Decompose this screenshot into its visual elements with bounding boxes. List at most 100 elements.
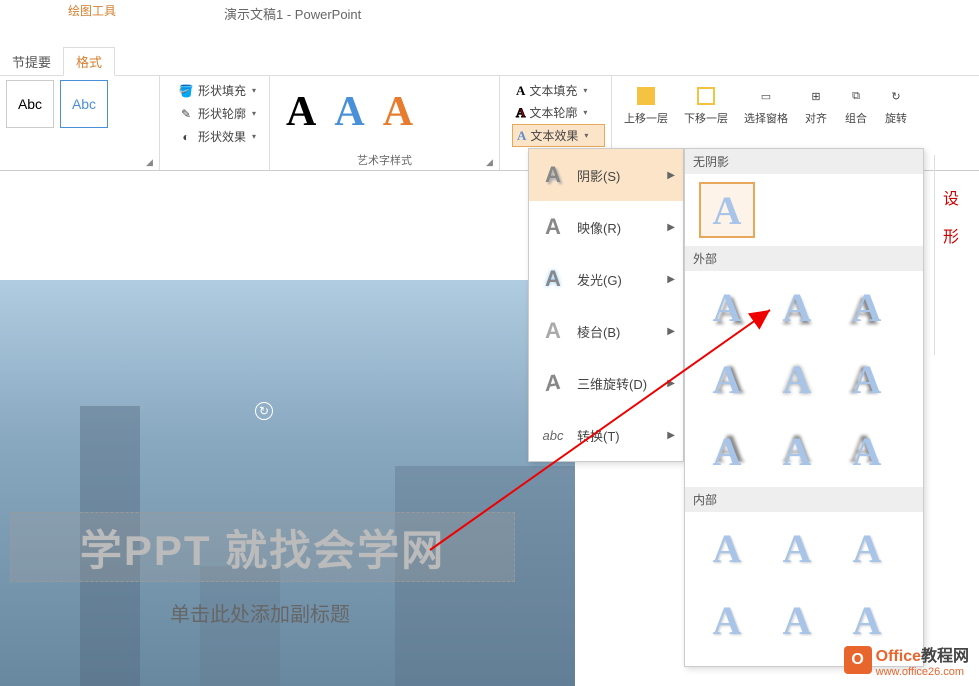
selection-pane-icon: ▭	[754, 84, 778, 108]
shadow-inner-3[interactable]: A	[839, 520, 895, 576]
shadow-outer-5[interactable]: A	[769, 351, 825, 407]
shadow-inner-6[interactable]: A	[839, 592, 895, 648]
text-effects-button[interactable]: A 文本效果 ▾	[512, 124, 605, 147]
fx-shadow-label: 阴影(S)	[577, 166, 620, 185]
paint-bucket-icon: 🪣	[178, 83, 194, 99]
rotate-icon: ↻	[884, 84, 908, 108]
inner-shadow-header: 内部	[685, 487, 923, 512]
text-effects-menu: A 阴影(S) ▶ A 映像(R) ▶ A 发光(G) ▶ A 棱台(B) ▶ …	[528, 148, 684, 462]
fx-transform-label: 转换(T)	[577, 426, 620, 445]
rotate-handle[interactable]: ↻	[255, 402, 273, 420]
rotation-a-icon: A	[539, 369, 567, 397]
shape-styles-expand-icon[interactable]: ◢	[146, 157, 156, 167]
watermark-name: Office教程网	[876, 642, 969, 666]
wordart-group-label: 艺术字样式	[357, 152, 412, 168]
text-outline-icon: A	[516, 105, 525, 121]
subtitle-placeholder[interactable]: 单击此处添加副标题	[170, 598, 350, 627]
submenu-arrow-icon: ▶	[667, 378, 675, 389]
fx-shadow-item[interactable]: A 阴影(S) ▶	[529, 149, 683, 201]
align-label: 对齐	[805, 110, 827, 126]
tab-outline[interactable]: 节提要	[0, 48, 63, 75]
wordart-style-3[interactable]: A	[383, 88, 413, 136]
text-outline-button[interactable]: A 文本轮廓 ▾	[512, 102, 605, 123]
watermark-icon: O	[844, 646, 872, 674]
rotate-label: 旋转	[885, 110, 907, 126]
shadow-outer-1[interactable]: A	[699, 279, 755, 335]
group-label: 组合	[845, 110, 867, 126]
shadow-none[interactable]: A	[699, 182, 755, 238]
title-text: 学PPT 就找会学网	[80, 517, 445, 578]
dropdown-arrow-icon: ▾	[252, 109, 256, 118]
dropdown-arrow-icon: ▾	[252, 86, 256, 95]
bevel-a-icon: A	[539, 317, 567, 345]
effects-icon: ◐	[178, 129, 194, 145]
send-backward-label: 下移一层	[684, 110, 728, 126]
text-effects-icon: A	[517, 128, 526, 144]
submenu-arrow-icon: ▶	[667, 430, 675, 441]
selection-pane-label: 选择窗格	[744, 110, 788, 126]
bring-forward-label: 上移一层	[624, 110, 668, 126]
align-icon: ⊞	[804, 84, 828, 108]
text-fill-icon: A	[516, 83, 525, 99]
outer-shadow-header: 外部	[685, 246, 923, 271]
fx-transform-item[interactable]: abc 转换(T) ▶	[529, 409, 683, 461]
format-pane[interactable]: 设 形	[934, 155, 979, 355]
shape-effects-label: 形状效果	[198, 128, 246, 145]
design-label: 设	[943, 185, 971, 209]
fx-glow-label: 发光(G)	[577, 270, 622, 289]
fx-glow-item[interactable]: A 发光(G) ▶	[529, 253, 683, 305]
shadow-inner-5[interactable]: A	[769, 592, 825, 648]
shadow-outer-3[interactable]: A	[839, 279, 895, 335]
title-textbox[interactable]: 学PPT 就找会学网	[10, 512, 515, 582]
dropdown-arrow-icon: ▾	[583, 86, 587, 95]
text-outline-label: 文本轮廓	[529, 104, 577, 121]
fx-bevel-item[interactable]: A 棱台(B) ▶	[529, 305, 683, 357]
text-effects-label: 文本效果	[530, 127, 578, 144]
shape-fill-button[interactable]: 🪣 形状填充 ▾	[174, 80, 263, 101]
send-backward-icon	[694, 84, 718, 108]
shadow-outer-2[interactable]: A	[769, 279, 825, 335]
shape-fill-label: 形状填充	[198, 82, 246, 99]
shadow-inner-4[interactable]: A	[699, 592, 755, 648]
shadow-inner-1[interactable]: A	[699, 520, 755, 576]
submenu-arrow-icon: ▶	[667, 222, 675, 233]
reflection-a-icon: A	[539, 213, 567, 241]
transform-abc-icon: abc	[539, 421, 567, 449]
drawing-tools-tab[interactable]: 绘图工具	[60, 0, 124, 21]
fx-3drotation-label: 三维旋转(D)	[577, 374, 647, 393]
shape-style-2[interactable]: Abc	[60, 80, 108, 128]
wordart-style-1[interactable]: A	[286, 88, 316, 136]
shape-style-1[interactable]: Abc	[6, 80, 54, 128]
group-icon: ⧉	[844, 84, 868, 108]
shadow-gallery: 无阴影 A 外部 A A A A A A A A A 内部 A A A A A …	[684, 148, 924, 667]
bring-forward-icon	[634, 84, 658, 108]
watermark-url: www.office26.com	[876, 666, 969, 678]
shape-effects-button[interactable]: ◐ 形状效果 ▾	[174, 126, 263, 147]
slide-canvas[interactable]: ↻ 学PPT 就找会学网 单击此处添加副标题	[0, 280, 575, 686]
shadow-a-icon: A	[539, 161, 567, 189]
tab-format[interactable]: 格式	[63, 47, 115, 76]
pen-icon: ✎	[178, 106, 194, 122]
shadow-outer-4[interactable]: A	[699, 351, 755, 407]
dropdown-arrow-icon: ▾	[583, 108, 587, 117]
glow-a-icon: A	[539, 265, 567, 293]
wordart-style-2[interactable]: A	[334, 88, 364, 136]
fx-reflection-item[interactable]: A 映像(R) ▶	[529, 201, 683, 253]
document-title: 演示文稿1 - PowerPoint	[224, 4, 361, 23]
shape-outline-button[interactable]: ✎ 形状轮廓 ▾	[174, 103, 263, 124]
shadow-outer-7[interactable]: A	[699, 423, 755, 479]
no-shadow-header: 无阴影	[685, 149, 923, 174]
submenu-arrow-icon: ▶	[667, 274, 675, 285]
shadow-outer-6[interactable]: A	[839, 351, 895, 407]
dropdown-arrow-icon: ▾	[584, 131, 588, 140]
shape-outline-label: 形状轮廓	[198, 105, 246, 122]
submenu-arrow-icon: ▶	[667, 170, 675, 181]
submenu-arrow-icon: ▶	[667, 326, 675, 337]
shape-label: 形	[943, 223, 971, 247]
shadow-inner-2[interactable]: A	[769, 520, 825, 576]
shadow-outer-8[interactable]: A	[769, 423, 825, 479]
shadow-outer-9[interactable]: A	[839, 423, 895, 479]
wordart-expand-icon[interactable]: ◢	[486, 157, 496, 167]
text-fill-button[interactable]: A 文本填充 ▾	[512, 80, 605, 101]
fx-3drotation-item[interactable]: A 三维旋转(D) ▶	[529, 357, 683, 409]
